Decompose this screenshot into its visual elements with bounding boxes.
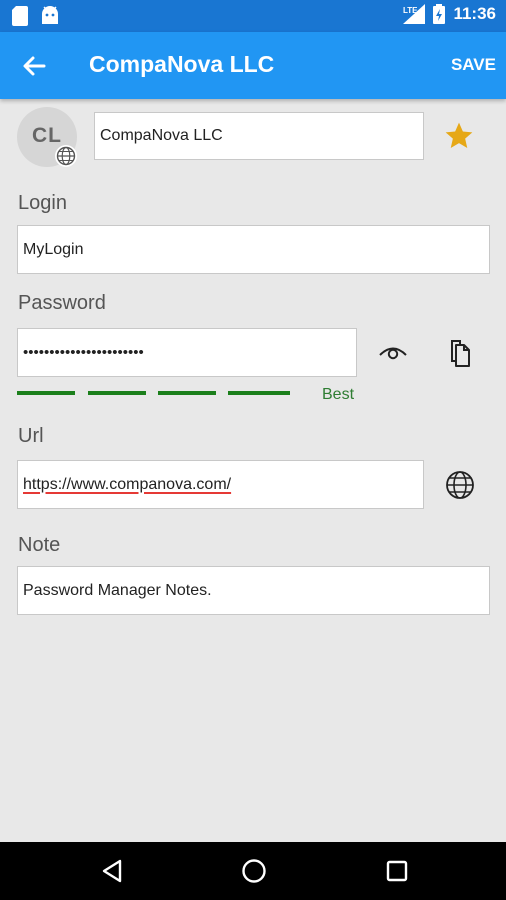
save-button[interactable]: SAVE bbox=[451, 55, 496, 75]
nav-home-button[interactable] bbox=[239, 856, 269, 891]
avatar-globe-badge bbox=[55, 145, 77, 167]
android-icon bbox=[42, 6, 58, 24]
url-input[interactable]: https://www.companova.com/ bbox=[17, 460, 424, 509]
system-nav-bar bbox=[0, 842, 506, 900]
status-time: 11:36 bbox=[453, 4, 496, 23]
show-password-button[interactable] bbox=[376, 336, 410, 375]
name-input[interactable]: CompaNova LLC bbox=[94, 112, 424, 160]
star-icon bbox=[445, 122, 473, 148]
avatar[interactable]: CL bbox=[17, 107, 77, 167]
note-input-value: Password Manager Notes. bbox=[23, 581, 212, 599]
battery-icon bbox=[433, 4, 446, 24]
favorite-button[interactable] bbox=[443, 120, 475, 157]
home-circle-icon bbox=[242, 859, 266, 883]
strength-label: Best bbox=[322, 386, 355, 403]
status-bar: LTE 11:36 bbox=[0, 0, 506, 32]
back-triangle-icon bbox=[102, 859, 122, 883]
password-input-value: ••••••••••••••••••••••• bbox=[23, 344, 144, 361]
app-bar: CompaNova LLC SAVE bbox=[0, 32, 506, 99]
name-input-value: CompaNova LLC bbox=[100, 127, 223, 144]
strength-segment-1 bbox=[17, 391, 75, 395]
signal-icon: LTE bbox=[403, 4, 426, 24]
password-input[interactable]: ••••••••••••••••••••••• bbox=[17, 328, 357, 377]
note-input[interactable]: Password Manager Notes. bbox=[17, 566, 490, 615]
login-input[interactable]: MyLogin bbox=[17, 225, 490, 274]
eye-icon bbox=[379, 347, 407, 360]
strength-segment-3 bbox=[158, 391, 216, 395]
strength-segment-2 bbox=[88, 391, 146, 395]
back-button[interactable] bbox=[16, 48, 52, 84]
recents-square-icon bbox=[386, 860, 408, 882]
password-label: Password bbox=[18, 292, 106, 314]
url-label: Url bbox=[18, 425, 44, 447]
copy-password-button[interactable] bbox=[443, 336, 477, 375]
nav-recents-button[interactable] bbox=[383, 856, 411, 891]
network-type: LTE bbox=[403, 6, 418, 15]
nav-back-button[interactable] bbox=[98, 856, 126, 891]
login-input-value: MyLogin bbox=[23, 240, 84, 258]
back-arrow-icon bbox=[23, 56, 46, 76]
globe-icon bbox=[56, 146, 76, 166]
copy-icon bbox=[451, 340, 470, 367]
sd-card-icon bbox=[12, 6, 28, 26]
login-label: Login bbox=[18, 192, 67, 214]
open-url-button[interactable] bbox=[443, 468, 477, 507]
strength-segment-4 bbox=[228, 391, 290, 395]
note-label: Note bbox=[18, 534, 61, 556]
page-title: CompaNova LLC bbox=[89, 51, 275, 77]
url-input-value: https://www.companova.com/ bbox=[23, 475, 232, 493]
globe-icon bbox=[446, 471, 474, 499]
